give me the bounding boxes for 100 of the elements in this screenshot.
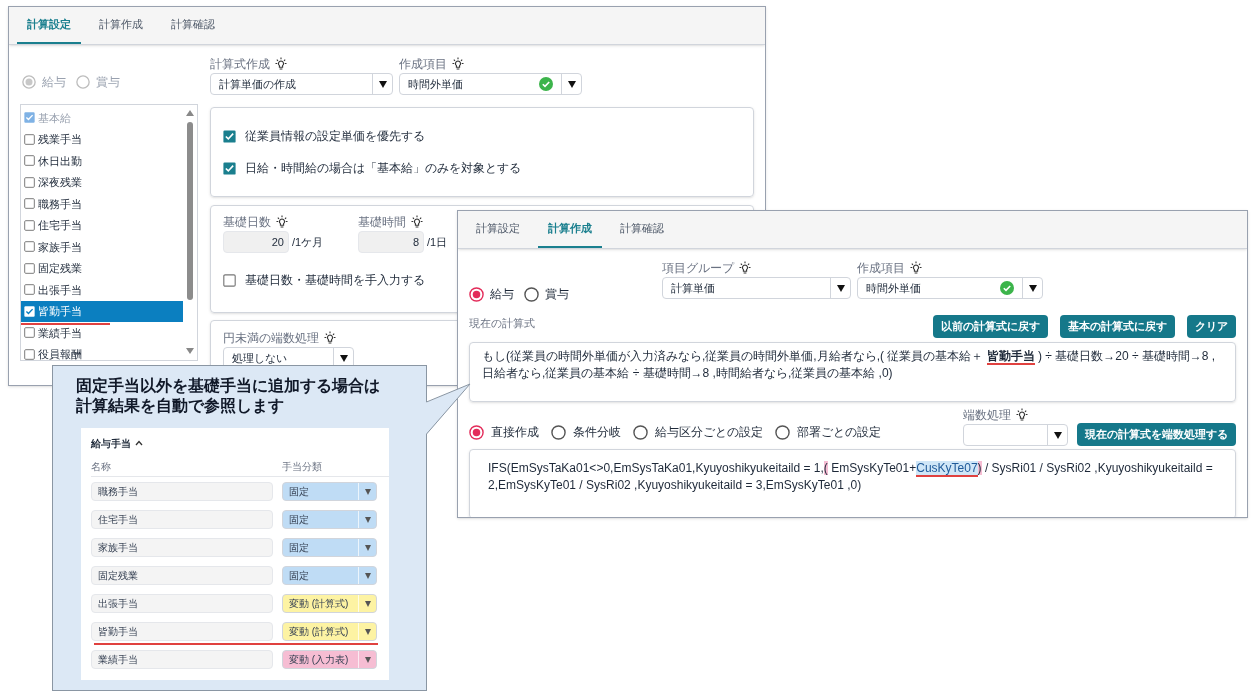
- tab[interactable]: 計算設定: [17, 7, 81, 44]
- expression-text: IFS(EmSysTaKa01<>0,EmSysTaKa01,Kyuyoshikyukeitaild = 1,( EmSysKyTe01+CusKyTe07) / SysRi01 / SysRi02 ,Kyuyoshikyukeitaild = 2,EmSysKyTe01 / SysRi02 ,Kyuyoshikyukeitaild = 3,EmSysKyTe01 ,0): [469, 449, 1236, 517]
- select-field[interactable]: 時間外単価: [857, 277, 1043, 299]
- lightbulb-icon: [274, 57, 288, 71]
- select-field[interactable]: 計算単価: [662, 277, 851, 299]
- list-item[interactable]: 休日出勤: [21, 150, 183, 172]
- select-field[interactable]: 時間外単価: [399, 73, 582, 95]
- radio-label: 条件分岐: [573, 424, 621, 441]
- unit-label: /1ケ月: [292, 234, 325, 250]
- checkbox[interactable]: [24, 284, 35, 296]
- radio-label: 給与: [42, 74, 66, 91]
- field-label: 計算式作成: [210, 58, 270, 70]
- name-field[interactable]: 固定残業: [91, 566, 273, 585]
- list-item[interactable]: 深夜残業: [21, 171, 183, 193]
- list-item[interactable]: 出張手当: [21, 279, 183, 301]
- caret-icon: [836, 284, 845, 292]
- caret-icon: [364, 600, 371, 607]
- field-label: 作成項目: [857, 262, 905, 274]
- number-field[interactable]: 8: [358, 231, 424, 253]
- caret-icon: [364, 656, 371, 663]
- tab[interactable]: 計算作成: [538, 211, 602, 248]
- column-header: 名称: [91, 460, 112, 474]
- checkbox[interactable]: [24, 155, 35, 167]
- category-select[interactable]: 固定: [282, 482, 377, 501]
- action-button[interactable]: 基本の計算式に戻す: [1060, 315, 1175, 338]
- number-field[interactable]: 20: [223, 231, 289, 253]
- field-label: 円未満の端数処理: [223, 332, 319, 344]
- name-field[interactable]: 住宅手当: [91, 510, 273, 529]
- radio-button[interactable]: [469, 424, 484, 440]
- lightbulb-icon: [275, 215, 289, 229]
- category-select[interactable]: 変動 (計算式): [282, 622, 377, 641]
- checkbox[interactable]: [223, 273, 236, 287]
- list-item[interactable]: 皆勤手当: [21, 300, 183, 322]
- checkbox[interactable]: [24, 262, 35, 274]
- chevron-icon[interactable]: [135, 440, 143, 446]
- list-item[interactable]: 残業手当: [21, 128, 183, 150]
- field-label: 作成項目: [399, 58, 447, 70]
- caret-icon: [378, 80, 387, 88]
- action-button[interactable]: 現在の計算式を端数処理する: [1077, 423, 1236, 446]
- caret-icon: [1028, 284, 1037, 292]
- checkbox[interactable]: [24, 133, 35, 145]
- select-field[interactable]: [963, 424, 1068, 446]
- radio-button[interactable]: [633, 424, 648, 440]
- formula-text: もし(従業員の時間外単価が入力済みなら,従業員の時間外単価,月給者なら,( 従業員の基本給＋ 皆勤手当 ) ÷ 基礎日数→20 ÷ 基礎時間→8 ,日給者なら,従業員の基本給 ÷ 基礎時間→8 ,時間給者なら,従業員の基本給 ,0): [469, 342, 1236, 402]
- checkbox[interactable]: [24, 327, 35, 339]
- name-field[interactable]: 業績手当: [91, 650, 273, 669]
- callout-text: 固定手当以外を基礎手当に追加する場合は 計算結果を自動で参照します: [75, 376, 381, 416]
- caret-icon: [339, 354, 348, 362]
- select-field[interactable]: 計算単価の作成: [210, 73, 393, 95]
- tab[interactable]: 計算作成: [89, 7, 153, 44]
- field-label: 端数処理: [963, 409, 1011, 421]
- checkbox[interactable]: [223, 161, 236, 175]
- name-field[interactable]: 出張手当: [91, 594, 273, 613]
- column-header: 手当分類: [282, 460, 322, 474]
- field-label: 基礎日数: [223, 216, 271, 228]
- name-field[interactable]: 家族手当: [91, 538, 273, 557]
- tab[interactable]: 計算確認: [610, 211, 674, 248]
- radio-button[interactable]: [775, 424, 790, 440]
- list-item[interactable]: 職務手当: [21, 193, 183, 215]
- radio-button[interactable]: [551, 424, 566, 440]
- field-label: 基礎時間: [358, 216, 406, 228]
- scrollbar[interactable]: [185, 108, 195, 356]
- category-select[interactable]: 固定: [282, 566, 377, 585]
- name-field[interactable]: 皆勤手当: [91, 622, 273, 641]
- radio-label: 賞与: [96, 74, 120, 91]
- tab[interactable]: 計算確認: [161, 7, 225, 44]
- checkbox-label: 従業員情報の設定単価を優先する: [245, 128, 425, 145]
- checkbox[interactable]: [24, 241, 35, 253]
- lightbulb-icon: [738, 261, 752, 275]
- lightbulb-icon: [410, 215, 424, 229]
- list-item[interactable]: 家族手当: [21, 236, 183, 258]
- checkbox[interactable]: [24, 348, 35, 360]
- radio-label: 賞与: [545, 286, 569, 303]
- caret-icon: [364, 628, 371, 635]
- checkbox[interactable]: [223, 129, 236, 143]
- radio-label: 部署ごとの設定: [797, 424, 881, 441]
- action-button[interactable]: 以前の計算式に戻す: [933, 315, 1048, 338]
- list-item[interactable]: 固定残業: [21, 257, 183, 279]
- radio-label: 給与: [490, 286, 514, 303]
- category-select[interactable]: 固定: [282, 538, 377, 557]
- checkbox[interactable]: [24, 176, 35, 188]
- radio-button[interactable]: [469, 286, 484, 302]
- field-label: 項目グループ: [662, 262, 734, 274]
- tab[interactable]: 計算設定: [466, 211, 530, 248]
- list-item[interactable]: 住宅手当: [21, 214, 183, 236]
- checkbox[interactable]: [24, 219, 35, 231]
- radio-label: 給与区分ごとの設定: [655, 424, 763, 441]
- category-select[interactable]: 固定: [282, 510, 377, 529]
- name-field[interactable]: 職務手当: [91, 482, 273, 501]
- caret-icon: [364, 544, 371, 551]
- checkbox[interactable]: [24, 198, 35, 210]
- list-item[interactable]: 役員報酬: [21, 343, 183, 360]
- action-button[interactable]: クリア: [1187, 315, 1236, 338]
- list-item[interactable]: 業績手当: [21, 322, 183, 344]
- category-select[interactable]: 変動 (計算式): [282, 594, 377, 613]
- radio-button[interactable]: [524, 286, 539, 302]
- caret-icon: [364, 516, 371, 523]
- caret-icon: [364, 488, 371, 495]
- checkbox[interactable]: [24, 305, 35, 317]
- category-select[interactable]: 変動 (入力表): [282, 650, 377, 669]
